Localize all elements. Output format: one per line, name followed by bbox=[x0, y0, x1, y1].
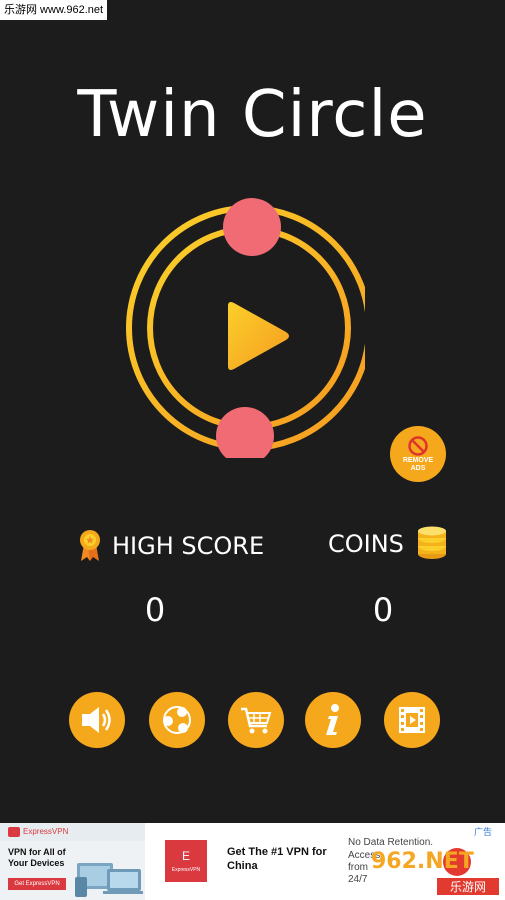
cart-icon bbox=[241, 707, 272, 734]
sound-button[interactable] bbox=[69, 692, 125, 748]
watermark-top: 乐游网 www.962.net bbox=[0, 0, 108, 20]
video-button[interactable] bbox=[384, 692, 440, 748]
ad-right-line4: 24/7 bbox=[348, 874, 368, 885]
ad-left-creative[interactable]: ExpressVPN VPN for All of Your Devices G… bbox=[0, 823, 145, 900]
ad-left-cta[interactable]: Get ExpressVPN bbox=[8, 878, 66, 890]
shop-button[interactable] bbox=[228, 692, 284, 748]
watermark-bottom-sub: 乐游网 bbox=[437, 878, 499, 895]
expressvpn-logo: E bbox=[165, 840, 207, 882]
film-icon bbox=[399, 707, 425, 733]
watermark-bottom-text: 962.NET bbox=[371, 849, 474, 874]
coins-value: 0 bbox=[372, 591, 394, 629]
svg-text:E: E bbox=[182, 849, 190, 863]
info-button[interactable] bbox=[305, 692, 361, 748]
ad-headline[interactable]: Get The #1 VPN for China bbox=[227, 845, 337, 873]
play-button[interactable] bbox=[222, 300, 292, 372]
medal-icon bbox=[80, 530, 100, 561]
high-score-value: 0 bbox=[144, 591, 166, 629]
ad-left-brand: ExpressVPN bbox=[23, 827, 69, 836]
play-icon bbox=[228, 302, 289, 370]
ad-right-line3: from bbox=[348, 862, 368, 873]
ad-tag[interactable]: 广告 bbox=[474, 825, 492, 838]
ad-logo-text: ExpressVPN bbox=[171, 867, 201, 873]
expressvpn-logo-icon bbox=[8, 827, 20, 837]
coins-label: COINS bbox=[328, 530, 404, 558]
info-icon bbox=[326, 704, 339, 735]
remove-ads-button[interactable]: REMOVE ADS bbox=[390, 426, 446, 482]
devices-illustration bbox=[75, 863, 143, 897]
high-score-label: HIGH SCORE bbox=[112, 532, 265, 560]
ad-banner[interactable]: ExpressVPN VPN for All of Your Devices G… bbox=[0, 823, 505, 900]
coins-icon bbox=[418, 526, 446, 559]
share-icon bbox=[163, 706, 191, 734]
no-ads-icon bbox=[408, 436, 428, 456]
top-ball bbox=[223, 198, 281, 256]
remove-ads-label: REMOVE ADS bbox=[402, 457, 434, 472]
speaker-icon bbox=[82, 707, 111, 733]
share-button[interactable] bbox=[149, 692, 205, 748]
bottom-ball bbox=[216, 407, 274, 458]
watermark-bottom: 962.NET 乐游网 bbox=[367, 847, 501, 897]
ad-left-headline: VPN for All of Your Devices bbox=[8, 847, 66, 868]
game-title: Twin Circle bbox=[77, 78, 428, 152]
